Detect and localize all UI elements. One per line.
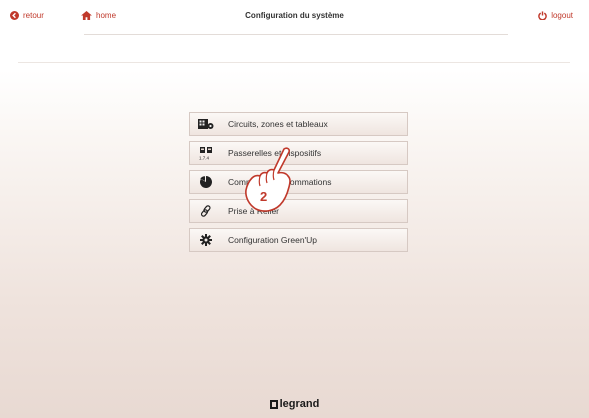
- gear-icon: [190, 234, 222, 246]
- header-divider: [84, 34, 508, 35]
- pie-chart-icon: [190, 176, 222, 188]
- menu-item-label: Circuits, zones et tableaux: [228, 119, 328, 129]
- content-divider: [18, 62, 570, 63]
- brand-logo-mark: [269, 399, 278, 409]
- menu-item-greenup[interactable]: Configuration Green'Up: [189, 228, 408, 252]
- devices-icon: 1.7.4: [190, 146, 222, 160]
- tutorial-pointer: 2: [240, 145, 302, 222]
- logout-button[interactable]: logout: [538, 11, 573, 20]
- svg-text:1.7.4: 1.7.4: [199, 155, 210, 160]
- link-icon: [190, 205, 222, 217]
- menu-item-circuits[interactable]: Circuits, zones et tableaux: [189, 112, 408, 136]
- system-configuration-screen: retour home Configuration du système log…: [0, 0, 589, 418]
- page-title: Configuration du système: [245, 11, 344, 20]
- brand-logo: legrand: [0, 398, 589, 410]
- circuit-board-icon: [190, 118, 222, 130]
- top-bar: retour home Configuration du système log…: [0, 0, 589, 34]
- menu-item-label: Configuration Green'Up: [228, 235, 318, 245]
- brand-logo-text: legrand: [279, 398, 320, 410]
- power-icon: [538, 11, 547, 20]
- logout-label: logout: [551, 11, 573, 20]
- step-number: 2: [260, 189, 267, 204]
- pointing-hand-icon: 2: [245, 147, 291, 212]
